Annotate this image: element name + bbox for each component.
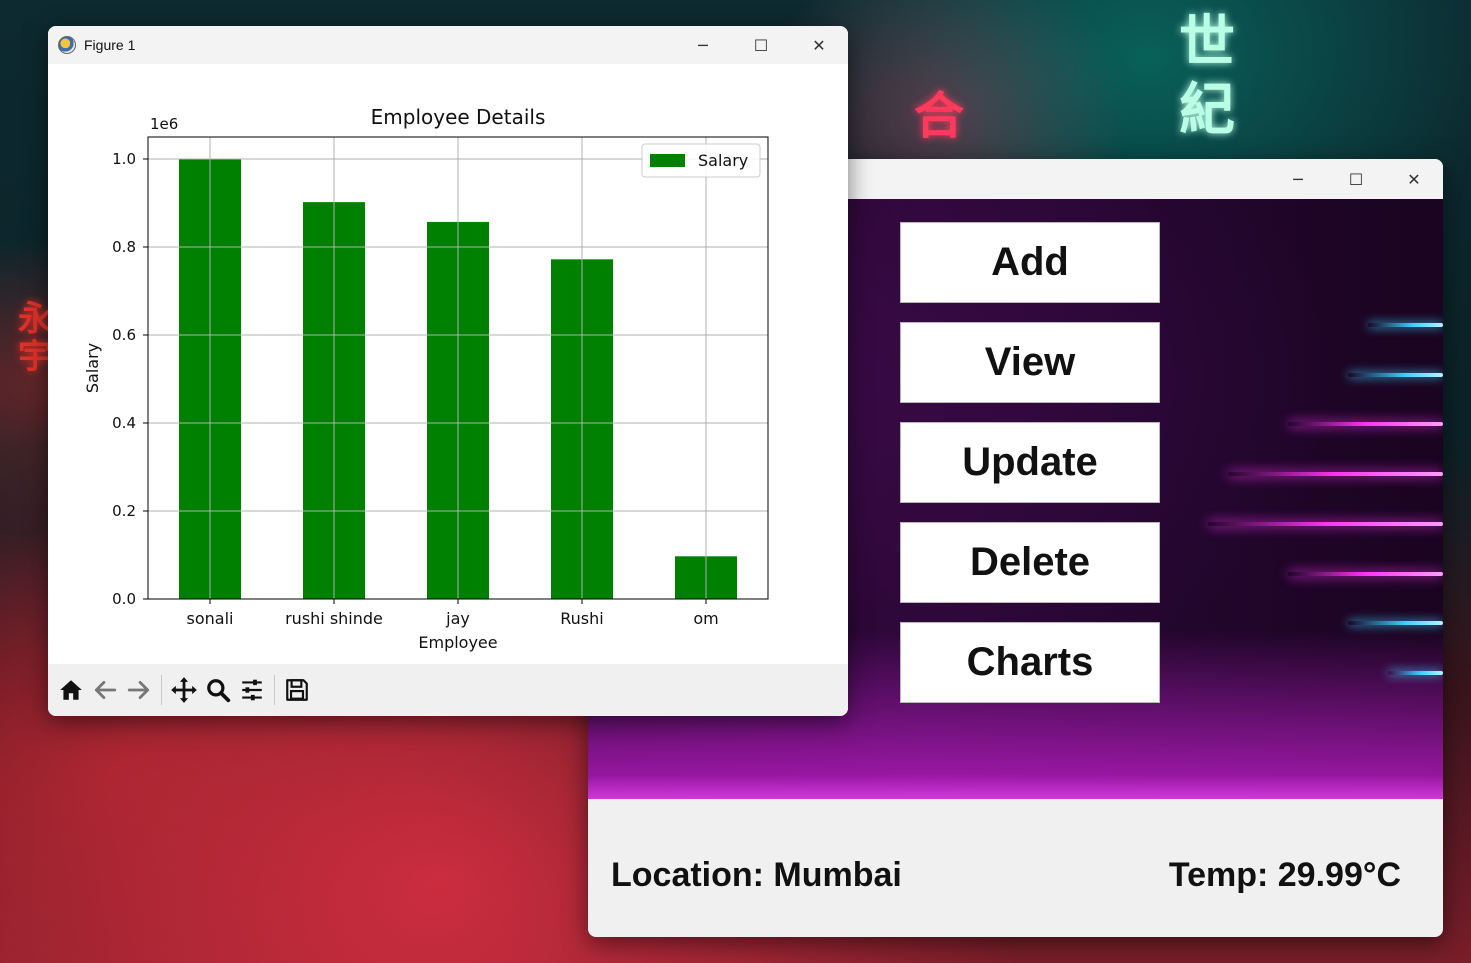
bar-chart: 0.0 0.2 0.4 0.6 0.8 1.0 sonali rushi shinde jay R…	[83, 105, 769, 652]
figure-canvas[interactable]: 0.0 0.2 0.4 0.6 0.8 1.0 sonali rushi shinde jay R…	[48, 64, 848, 664]
save-icon[interactable]	[280, 673, 314, 707]
figure-window-controls: ─ ☐ ✕	[674, 26, 848, 64]
minimize-button[interactable]: ─	[1269, 159, 1327, 199]
location-label: Location: Mumbai	[611, 856, 902, 894]
x-tick-label: sonali	[187, 609, 234, 628]
neon-streak	[1348, 621, 1443, 625]
close-button[interactable]: ✕	[790, 26, 848, 64]
configure-subplots-icon[interactable]	[235, 673, 269, 707]
figure-titlebar: Figure 1 ─ ☐ ✕	[48, 26, 848, 64]
view-button[interactable]: View	[900, 322, 1160, 403]
neon-streak	[1208, 522, 1443, 526]
x-tick-label: jay	[445, 609, 470, 628]
maximize-button[interactable]: ☐	[732, 26, 790, 64]
y-tick-label: 0.0	[112, 590, 136, 608]
y-tick-label: 0.6	[112, 326, 136, 344]
legend-swatch	[650, 154, 685, 167]
close-button[interactable]: ✕	[1385, 159, 1443, 199]
x-tick-label: om	[693, 609, 718, 628]
maximize-button[interactable]: ☐	[1327, 159, 1385, 199]
neon-sign-green: 世 紀	[1179, 9, 1235, 143]
back-arrow-icon[interactable]	[88, 673, 122, 707]
add-button[interactable]: Add	[900, 222, 1160, 303]
delete-button[interactable]: Delete	[900, 522, 1160, 603]
x-tick-label: rushi shinde	[285, 609, 383, 628]
toolbar-separator	[274, 675, 275, 705]
y-tick-label: 1.0	[112, 150, 136, 168]
forward-arrow-icon[interactable]	[122, 673, 156, 707]
update-button[interactable]: Update	[900, 422, 1160, 503]
y-tick-label: 0.8	[112, 238, 136, 256]
matplotlib-app-icon	[58, 36, 76, 54]
neon-sign-red: 合	[914, 86, 964, 145]
home-icon[interactable]	[54, 673, 88, 707]
x-tick-label: Rushi	[560, 609, 603, 628]
x-axis-label: Employee	[418, 633, 497, 652]
neon-streak	[1348, 373, 1443, 377]
pan-icon[interactable]	[167, 673, 201, 707]
y-tick-label: 0.2	[112, 502, 136, 520]
minimize-button[interactable]: ─	[674, 26, 732, 64]
neon-streak	[1388, 671, 1443, 675]
neon-streak	[1288, 422, 1443, 426]
app-window-controls: ─ ☐ ✕	[1269, 159, 1443, 199]
neon-streak	[1288, 572, 1443, 576]
neon-streak	[1368, 323, 1443, 327]
y-axis-label: Salary	[83, 343, 102, 393]
y-tick-label: 0.4	[112, 414, 136, 432]
y-axis-offset-label: 1e6	[150, 115, 178, 133]
toolbar-separator	[161, 675, 162, 705]
legend-label: Salary	[698, 151, 748, 170]
chart-title: Employee Details	[371, 105, 546, 129]
neon-streak	[1228, 472, 1443, 476]
neon-sign-left: 永 宇	[18, 299, 52, 377]
chart-legend: Salary	[641, 143, 761, 178]
figure-window: Figure 1 ─ ☐ ✕ 0.0 0.2 0.4 0.6 0.8 1.0 sonali r…	[48, 26, 848, 716]
charts-button[interactable]: Charts	[900, 622, 1160, 703]
temperature-label: Temp: 29.99°C	[1168, 856, 1401, 894]
navigation-toolbar	[48, 664, 848, 716]
figure-title: Figure 1	[84, 37, 136, 53]
zoom-icon[interactable]	[201, 673, 235, 707]
